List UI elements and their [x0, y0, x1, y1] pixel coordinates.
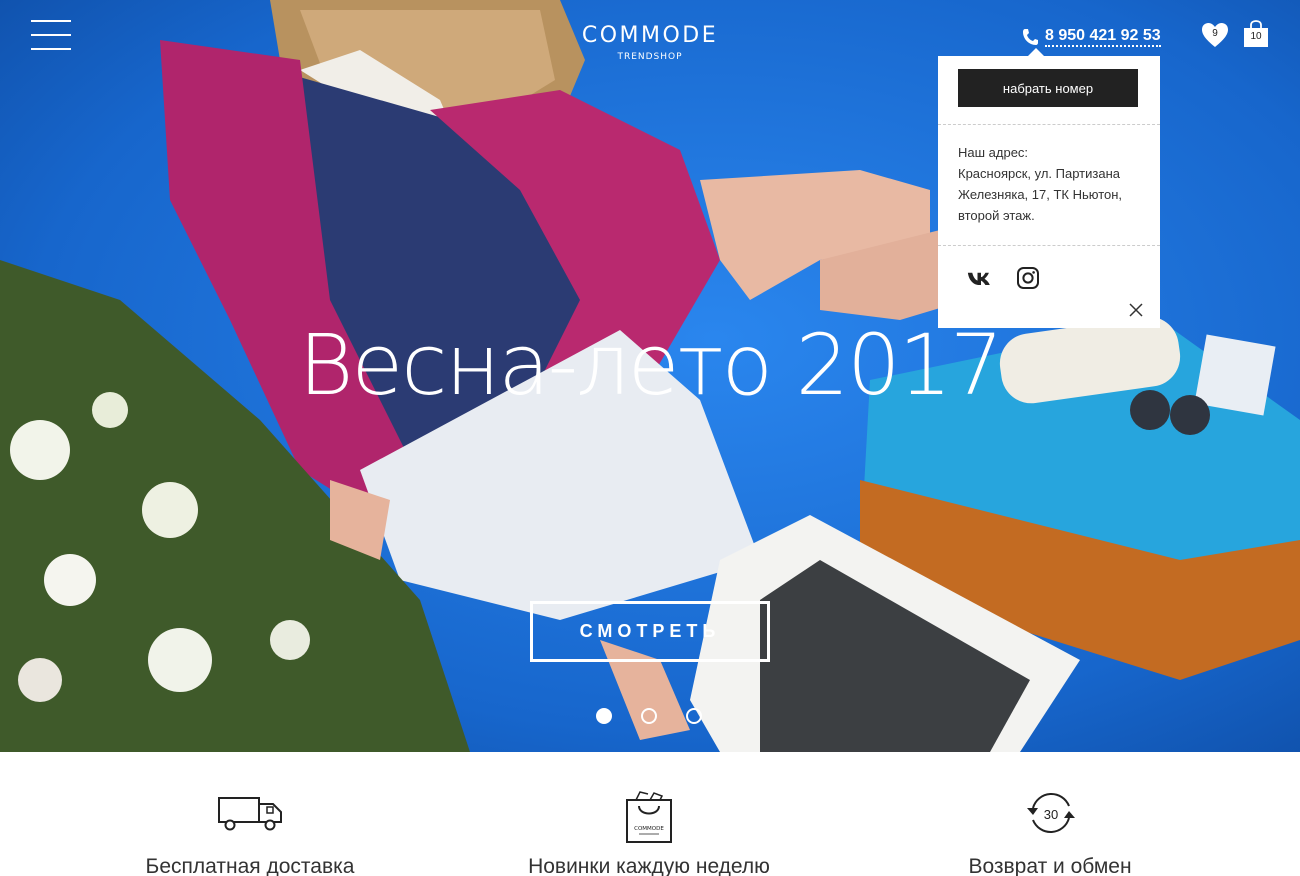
popup-divider	[938, 124, 1160, 125]
wishlist-count: 9	[1212, 28, 1218, 39]
header-phone[interactable]: 8 950 421 92 53	[1022, 26, 1161, 48]
slider-dot-3[interactable]	[686, 708, 702, 724]
call-number-button[interactable]: набрать номер	[958, 69, 1138, 107]
menu-burger-icon[interactable]	[31, 20, 71, 52]
return-30-icon: 30	[1027, 793, 1075, 833]
vk-icon[interactable]	[967, 266, 995, 290]
cart-button[interactable]: 10	[1243, 20, 1269, 48]
feature-label: Возврат и обмен	[968, 855, 1132, 876]
address-block: Наш адрес: Красноярск, ул. Партизана Жел…	[958, 142, 1148, 226]
hero-banner: COMMODE TRENDSHOP 8 950 421 92 53 9 10 В…	[0, 0, 1300, 752]
address-label: Наш адрес:	[958, 145, 1029, 160]
logo-subtitle: TRENDSHOP	[617, 52, 683, 62]
feature-label: Новинки каждую неделю	[528, 855, 770, 876]
logo-title: COMMODE	[581, 23, 719, 48]
shopping-bag-icon: COMMODE	[626, 791, 672, 843]
phone-icon	[1023, 29, 1038, 45]
popup-divider	[938, 245, 1160, 246]
return-days-text: 30	[1044, 807, 1058, 822]
view-button[interactable]: СМОТРЕТЬ	[530, 601, 770, 662]
slider-dot-2[interactable]	[641, 708, 657, 724]
slider-pagination	[596, 708, 731, 724]
close-icon[interactable]	[1128, 302, 1144, 318]
address-text: Красноярск, ул. Партизана Железняка, 17,…	[958, 166, 1123, 223]
wishlist-button[interactable]: 9	[1201, 22, 1229, 48]
hero-headline: Весна-лето 2017	[298, 316, 1004, 414]
contact-popup: набрать номер Наш адрес: Красноярск, ул.…	[938, 48, 1160, 328]
slider-dot-1[interactable]	[596, 708, 612, 724]
bag-logo-text: COMMODE	[634, 826, 664, 832]
phone-number-link[interactable]: 8 950 421 92 53	[1045, 27, 1161, 47]
instagram-icon[interactable]	[1014, 266, 1042, 290]
feature-label: Бесплатная доставка	[145, 855, 355, 876]
features-bar: Бесплатная доставка COMMODE Новинки кажд…	[0, 752, 1300, 876]
cart-count: 10	[1250, 31, 1262, 42]
site-logo[interactable]: COMMODE TRENDSHOP	[560, 23, 740, 63]
truck-icon	[218, 797, 282, 831]
